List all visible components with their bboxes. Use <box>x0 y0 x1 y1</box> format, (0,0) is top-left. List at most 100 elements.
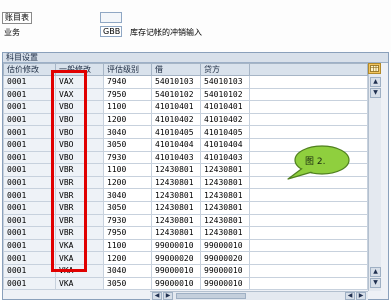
table-cell[interactable]: 41010402 <box>151 112 201 127</box>
table-cell[interactable]: 0001 <box>3 163 56 177</box>
table-cell[interactable]: 1200 <box>103 112 152 127</box>
arrow-left-icon[interactable]: ◀ <box>345 292 355 300</box>
table-cell[interactable]: 7930 <box>103 150 152 165</box>
table-cell[interactable]: 0001 <box>3 213 56 228</box>
table-cell[interactable]: 1200 <box>103 175 152 190</box>
table-cell[interactable]: 41010405 <box>151 125 201 139</box>
table-cell[interactable]: 12430801 <box>151 200 201 215</box>
table-cell-empty <box>249 213 368 228</box>
header-area: 账目表 业务 GBB 库存记帐的冲销输入 <box>0 0 391 52</box>
table-cell[interactable]: 1100 <box>103 100 152 114</box>
table-cell[interactable]: 0001 <box>3 112 56 127</box>
table-cell[interactable]: 41010404 <box>200 137 250 152</box>
table-row[interactable]: 0001 VKA 3050 99000010 99000010 <box>3 276 368 291</box>
arrow-down-icon[interactable]: ▼ <box>370 278 381 288</box>
table-cell[interactable]: 7950 <box>103 87 152 102</box>
table-cell-empty <box>249 87 368 102</box>
column-header[interactable]: 借 <box>151 63 201 76</box>
table-cell[interactable]: 41010401 <box>151 100 201 114</box>
table-cell[interactable]: 12430801 <box>151 175 201 190</box>
table-cell[interactable]: 54010103 <box>200 75 250 89</box>
table-cell[interactable]: 54010102 <box>151 87 201 102</box>
table-cell[interactable]: 0001 <box>3 251 56 265</box>
arrow-up-icon[interactable]: ▲ <box>370 77 381 87</box>
table-cell[interactable]: 12430801 <box>200 175 250 190</box>
table-cell[interactable]: 0001 <box>3 137 56 152</box>
horizontal-scrollbar[interactable]: ◀ ▶ ◀ ▶ <box>150 291 368 300</box>
table-cell[interactable]: 0001 <box>3 125 56 139</box>
table-cell[interactable]: 0001 <box>3 75 56 89</box>
table-cell[interactable]: 12430801 <box>200 200 250 215</box>
table-cell[interactable]: 99000010 <box>200 263 250 278</box>
table-cell[interactable]: 0001 <box>3 200 56 215</box>
table-cell[interactable]: 99000010 <box>200 276 250 291</box>
table-cell[interactable]: 41010403 <box>200 150 250 165</box>
scroll-thumb[interactable] <box>176 293 246 299</box>
table-cell-empty <box>249 125 368 139</box>
column-header-empty <box>249 63 368 76</box>
table-cell[interactable]: 1200 <box>103 251 152 265</box>
table-cell[interactable]: 7950 <box>103 226 152 240</box>
table-cell[interactable]: 3040 <box>103 263 152 278</box>
table-cell[interactable]: 12430801 <box>200 188 250 202</box>
table-cell[interactable]: 41010403 <box>151 150 201 165</box>
table-cell[interactable]: 12430801 <box>151 226 201 240</box>
table-cell[interactable]: 41010405 <box>200 125 250 139</box>
table-cell[interactable]: 3050 <box>103 137 152 152</box>
table-cell-empty <box>249 238 368 253</box>
table-cell[interactable]: 0001 <box>3 150 56 165</box>
business-code-field[interactable]: GBB <box>100 26 122 37</box>
table-cell[interactable]: 0001 <box>3 276 56 291</box>
table-cell[interactable]: 1100 <box>103 238 152 253</box>
table-cell[interactable]: 0001 <box>3 100 56 114</box>
table-cell[interactable]: 12430801 <box>200 163 250 177</box>
table-cell[interactable]: 54010103 <box>151 75 201 89</box>
column-header[interactable]: 贷方 <box>200 63 250 76</box>
column-header[interactable]: 评估级别 <box>103 63 152 76</box>
panel-title: 科目设置 <box>3 53 388 63</box>
table-cell[interactable]: 12430801 <box>151 213 201 228</box>
table-cell[interactable]: 3050 <box>103 276 152 291</box>
table-cell[interactable]: 54010102 <box>200 87 250 102</box>
table-cell[interactable]: 7930 <box>103 213 152 228</box>
grid-settings-icon[interactable] <box>368 63 381 74</box>
table-cell[interactable]: 12430801 <box>151 188 201 202</box>
table-cell[interactable]: 12430801 <box>200 213 250 228</box>
column-header[interactable]: 估价修改 <box>3 63 56 76</box>
table-cell[interactable]: 0001 <box>3 87 56 102</box>
table-cell[interactable]: 99000010 <box>151 276 201 291</box>
table-cell[interactable]: 99000020 <box>200 251 250 265</box>
table-cell[interactable]: 0001 <box>3 188 56 202</box>
arrow-up-icon[interactable]: ▲ <box>370 267 381 277</box>
table-cell[interactable]: 12430801 <box>200 226 250 240</box>
table-cell[interactable]: 0001 <box>3 238 56 253</box>
table-cell[interactable]: 0001 <box>3 226 56 240</box>
table-cell[interactable]: 99000010 <box>151 263 201 278</box>
table-cell[interactable]: 1100 <box>103 163 152 177</box>
table-cell-empty <box>249 100 368 114</box>
arrow-right-icon[interactable]: ▶ <box>163 292 173 300</box>
table-cell[interactable]: 41010402 <box>200 112 250 127</box>
arrow-down-icon[interactable]: ▼ <box>370 88 381 98</box>
arrow-left-icon[interactable]: ◀ <box>152 292 162 300</box>
table-cell[interactable]: 99000010 <box>200 238 250 253</box>
table-cell[interactable]: 3050 <box>103 200 152 215</box>
table-cell[interactable]: 0001 <box>3 263 56 278</box>
table-cell-empty <box>249 75 368 89</box>
table-cell[interactable]: 7940 <box>103 75 152 89</box>
vertical-scrollbar[interactable]: ▲ ▼ ▲ ▼ <box>368 63 381 291</box>
table-cell[interactable]: 3040 <box>103 188 152 202</box>
table-cell[interactable]: 99000020 <box>151 251 201 265</box>
table-cell[interactable]: 12430801 <box>151 163 201 177</box>
table-cell[interactable]: 3040 <box>103 125 152 139</box>
table-cell[interactable]: 41010401 <box>200 100 250 114</box>
table-cell[interactable]: 0001 <box>3 175 56 190</box>
table-cell[interactable]: VKA <box>55 276 104 291</box>
title-field[interactable] <box>100 12 122 23</box>
table-cell-empty <box>249 276 368 291</box>
table-cell-empty <box>249 112 368 127</box>
arrow-right-icon[interactable]: ▶ <box>356 292 366 300</box>
table-cell[interactable]: 41010404 <box>151 137 201 152</box>
table-cell-empty <box>249 263 368 278</box>
table-cell[interactable]: 99000010 <box>151 238 201 253</box>
